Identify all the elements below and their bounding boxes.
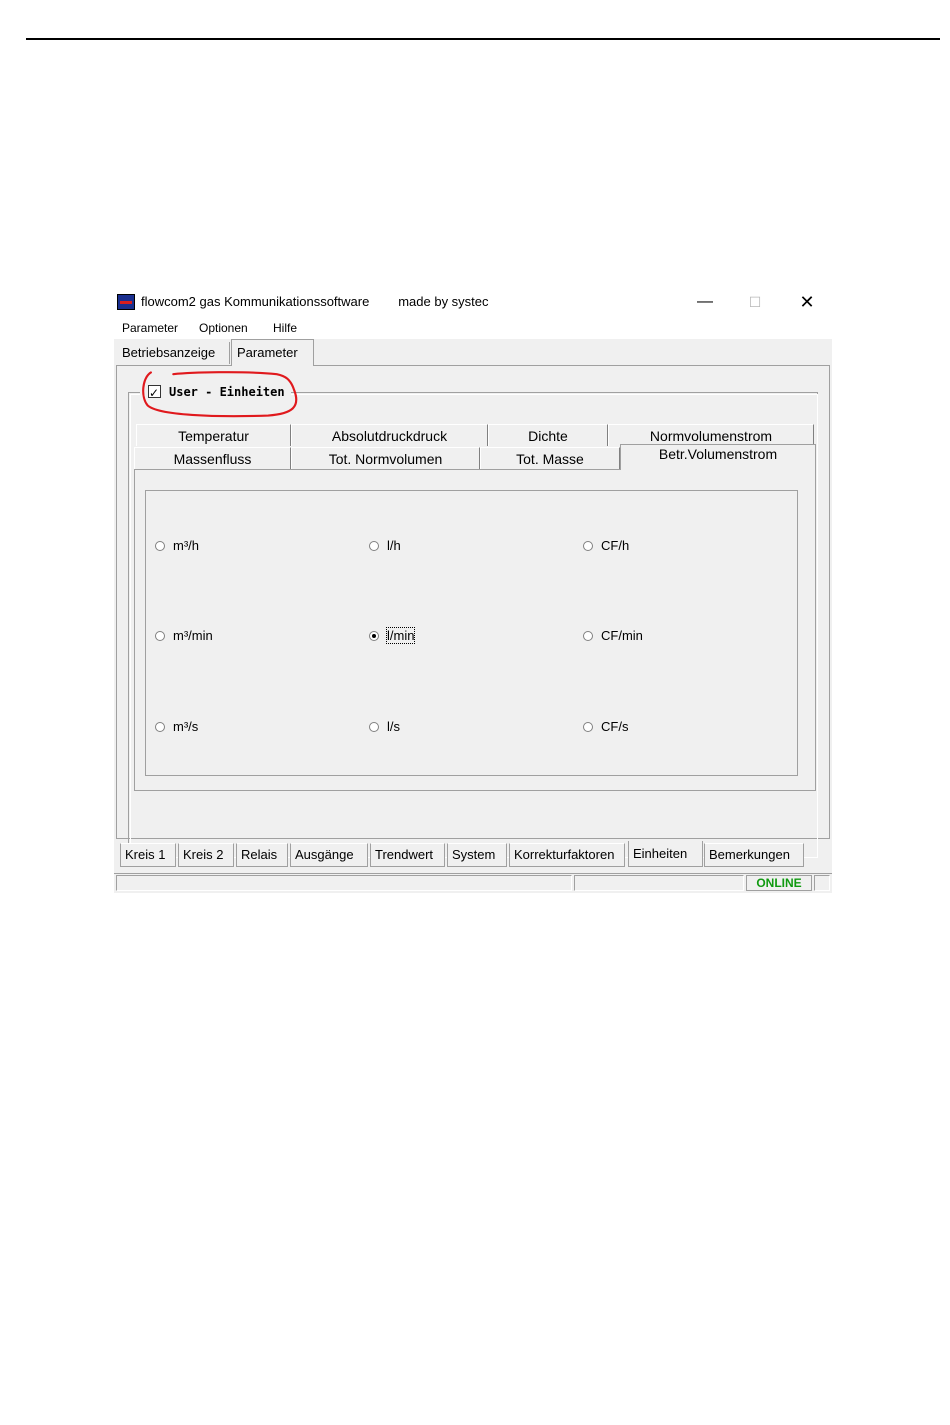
radio-label: CF/min bbox=[601, 628, 643, 643]
inner-panel-border bbox=[134, 469, 620, 470]
maximize-icon[interactable]: ☐ bbox=[732, 291, 778, 313]
radio-label: m³/min bbox=[173, 628, 213, 643]
tab-korrekturfaktoren[interactable]: Korrekturfaktoren bbox=[509, 843, 625, 867]
app-logo-icon[interactable] bbox=[117, 294, 135, 310]
tab-betr-volumenstrom[interactable]: Betr.Volumenstrom bbox=[620, 444, 816, 470]
radio-label: l/s bbox=[387, 719, 400, 734]
tab-einheiten[interactable]: Einheiten bbox=[628, 841, 703, 867]
tab-dichte[interactable]: Dichte bbox=[488, 424, 608, 446]
radio-l-s[interactable]: l/s bbox=[369, 719, 400, 734]
radio-label: m³/h bbox=[173, 538, 199, 553]
radio-icon[interactable] bbox=[155, 721, 165, 732]
tab-system[interactable]: System bbox=[447, 843, 507, 867]
tab-tot-normvolumen[interactable]: Tot. Normvolumen bbox=[291, 447, 480, 469]
close-icon[interactable]: ✕ bbox=[784, 291, 830, 313]
radio-icon[interactable] bbox=[369, 721, 379, 732]
tab-trendwert[interactable]: Trendwert bbox=[370, 843, 445, 867]
status-online-indicator: ONLINE bbox=[746, 875, 812, 891]
tab-ausgaenge[interactable]: Ausgänge bbox=[290, 843, 368, 867]
tab-kreis-2[interactable]: Kreis 2 bbox=[178, 843, 234, 867]
tab-parameter[interactable]: Parameter bbox=[231, 339, 314, 366]
window-title: flowcom2 gas Kommunikationssoftware made… bbox=[141, 294, 489, 309]
tab-temperatur[interactable]: Temperatur bbox=[136, 424, 291, 446]
radio-label: CF/s bbox=[601, 719, 629, 734]
radio-selected-icon[interactable] bbox=[369, 630, 379, 641]
radio-m3-h[interactable]: m³/h bbox=[155, 538, 199, 553]
tab-bemerkungen[interactable]: Bemerkungen bbox=[704, 843, 804, 867]
tab-kreis-1[interactable]: Kreis 1 bbox=[120, 843, 176, 867]
status-cell-secondary bbox=[574, 875, 744, 891]
radio-label-selected: l/min bbox=[385, 627, 416, 644]
tab-absolutdruck[interactable]: Absolutdruckdruck bbox=[291, 424, 488, 446]
tab-normvolumenstrom[interactable]: Normvolumenstrom bbox=[608, 424, 814, 446]
status-cell-main bbox=[116, 875, 572, 891]
unit-options-frame bbox=[145, 490, 798, 776]
radio-l-h[interactable]: l/h bbox=[369, 538, 401, 553]
radio-m3-s[interactable]: m³/s bbox=[155, 719, 198, 734]
minimize-icon[interactable]: — bbox=[682, 291, 728, 313]
radio-icon[interactable] bbox=[369, 540, 379, 551]
tab-relais[interactable]: Relais bbox=[236, 843, 288, 867]
radio-icon[interactable] bbox=[583, 630, 593, 641]
red-highlight-circle bbox=[142, 371, 298, 418]
menu-hilfe[interactable]: Hilfe bbox=[273, 321, 297, 335]
tab-tot-masse[interactable]: Tot. Masse bbox=[480, 447, 620, 469]
radio-label: m³/s bbox=[173, 719, 199, 734]
radio-icon[interactable] bbox=[155, 540, 165, 551]
app-window: flowcom2 gas Kommunikationssoftware made… bbox=[114, 287, 832, 893]
radio-label: CF/h bbox=[601, 538, 630, 553]
client-area: Betriebsanzeige Parameter User - Einheit… bbox=[114, 339, 832, 893]
menu-parameter[interactable]: Parameter bbox=[122, 321, 178, 335]
page-header-rule bbox=[26, 38, 940, 40]
radio-icon[interactable] bbox=[583, 540, 593, 551]
status-cell-end bbox=[814, 875, 830, 891]
status-bar: ONLINE bbox=[114, 873, 832, 892]
menu-bar: Parameter Optionen Hilfe bbox=[114, 319, 832, 339]
radio-icon[interactable] bbox=[583, 721, 593, 732]
radio-cf-min[interactable]: CF/min bbox=[583, 628, 643, 643]
radio-icon[interactable] bbox=[155, 630, 165, 641]
radio-l-min[interactable]: l/min bbox=[369, 627, 416, 644]
radio-m3-min[interactable]: m³/min bbox=[155, 628, 213, 643]
radio-label: l/h bbox=[387, 538, 401, 553]
title-bar[interactable]: flowcom2 gas Kommunikationssoftware made… bbox=[114, 287, 832, 317]
radio-cf-h[interactable]: CF/h bbox=[583, 538, 629, 553]
tab-massenfluss[interactable]: Massenfluss bbox=[134, 447, 291, 469]
radio-cf-s[interactable]: CF/s bbox=[583, 719, 628, 734]
menu-optionen[interactable]: Optionen bbox=[199, 321, 248, 335]
tab-betriebsanzeige[interactable]: Betriebsanzeige bbox=[117, 342, 230, 364]
